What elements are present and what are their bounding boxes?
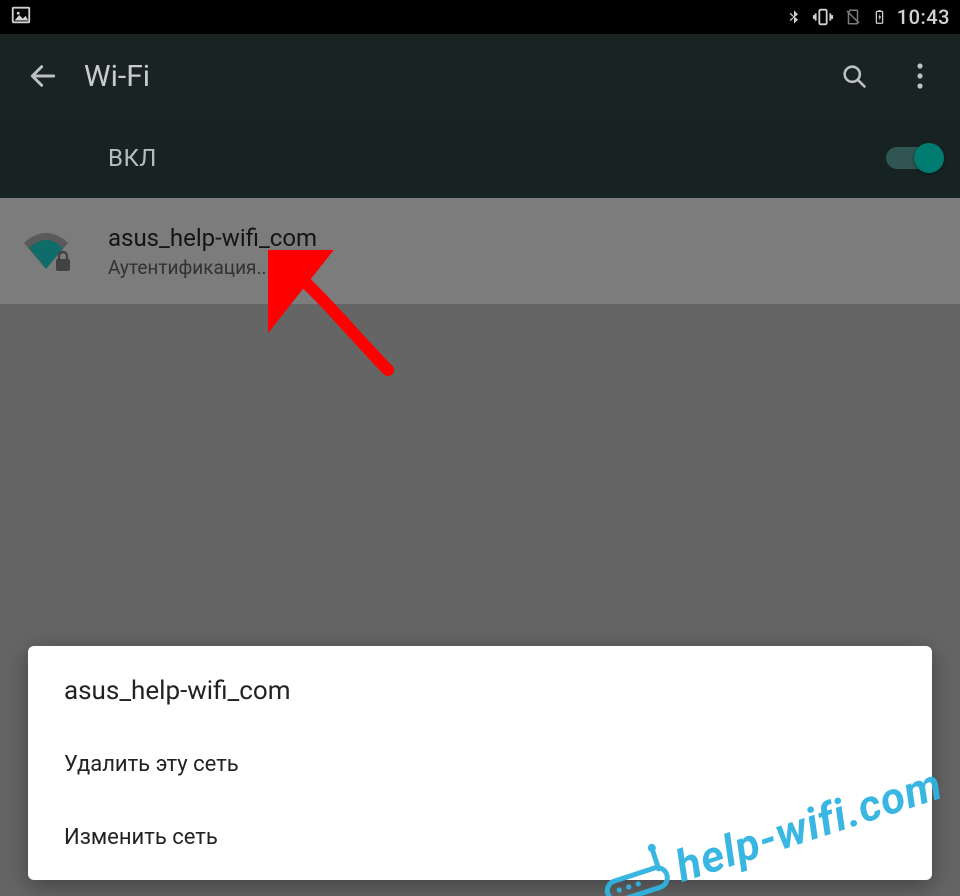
dialog-modify-network[interactable]: Изменить сеть <box>28 801 932 874</box>
dialog-title: asus_help-wifi_com <box>28 670 932 728</box>
android-wifi-settings-screen: asus_help-wifi_com Аутентификация... <box>0 0 960 896</box>
dialog-forget-network[interactable]: Удалить эту сеть <box>28 728 932 801</box>
annotation-arrow-icon <box>268 250 428 380</box>
scrim-header-dim <box>0 0 960 198</box>
network-context-dialog: asus_help-wifi_com Удалить эту сеть Изме… <box>28 646 932 880</box>
